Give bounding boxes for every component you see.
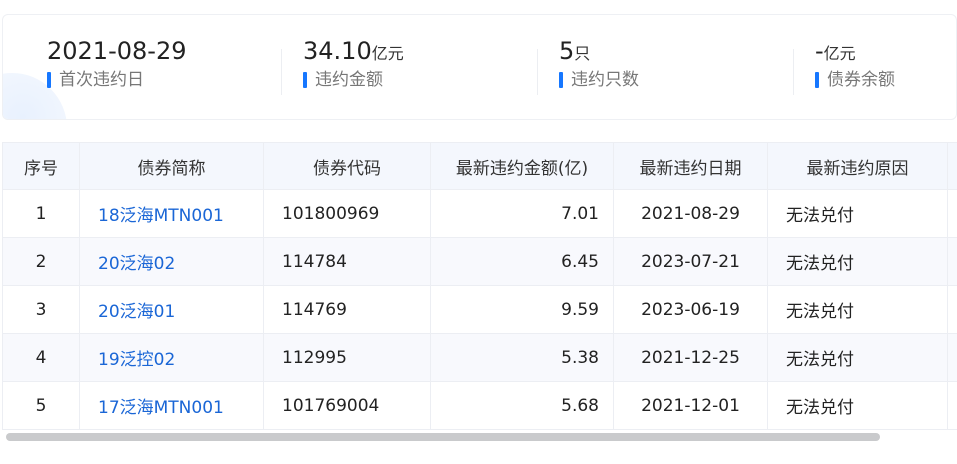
column-header-index[interactable]: 序号 (2, 142, 80, 190)
column-header-bond-name[interactable]: 债券简称 (79, 142, 264, 190)
summary-card: 2021-08-29 首次违约日 34.10亿元 违约金额 5只 违约只数 -亿… (2, 14, 957, 120)
column-header-default-reason[interactable]: 最新违约原因 (767, 142, 948, 190)
table-row: 2 20泛海02 114784 6.45 2023-07-21 无法兑付 (2, 237, 957, 286)
metric-unit: 亿元 (371, 44, 404, 63)
cell-amount: 9.59 (430, 285, 614, 334)
cell-amount: 5.38 (430, 333, 614, 382)
table-row: 1 18泛海MTN001 101800969 7.01 2021-08-29 无… (2, 189, 957, 238)
cell-reason: 无法兑付 (767, 381, 948, 430)
bond-name-link[interactable]: 20泛海02 (79, 237, 264, 286)
metric-value: - (815, 37, 824, 65)
scrollbar-thumb[interactable] (6, 433, 880, 441)
table-row: 5 17泛海MTN001 101769004 5.68 2021-12-01 无… (2, 381, 957, 430)
metric-label: 违约只数 (559, 69, 639, 91)
cell-index: 3 (2, 285, 80, 334)
metric-value: 34.10 (303, 37, 372, 65)
metric-default-amount: 34.10亿元 违约金额 (303, 35, 404, 91)
cell-index: 1 (2, 189, 80, 238)
metric-first-default-date: 2021-08-29 首次违约日 (47, 35, 186, 91)
cell-date: 2023-06-19 (613, 285, 768, 334)
horizontal-scrollbar[interactable] (2, 432, 957, 442)
cell-date: 2021-12-25 (613, 333, 768, 382)
cell-date: 2023-07-21 (613, 237, 768, 286)
cell-code: 114784 (263, 237, 431, 286)
bond-name-link[interactable]: 17泛海MTN001 (79, 381, 264, 430)
metric-unit: 亿元 (823, 44, 856, 63)
cell-code: 112995 (263, 333, 431, 382)
bond-name-link[interactable]: 20泛海01 (79, 285, 264, 334)
cell-overflow (947, 333, 957, 382)
cell-reason: 无法兑付 (767, 237, 948, 286)
metric-unit: 只 (574, 44, 591, 63)
metric-value: 2021-08-29 (47, 37, 187, 65)
cell-amount: 5.68 (430, 381, 614, 430)
table-row: 3 20泛海01 114769 9.59 2023-06-19 无法兑付 (2, 285, 957, 334)
table-header-row: 序号 债券简称 债券代码 最新违约金额(亿) 最新违约日期 最新违约原因 (2, 142, 957, 190)
cell-overflow (947, 381, 957, 430)
column-header-default-amount[interactable]: 最新违约金额(亿) (430, 142, 614, 190)
cell-reason: 无法兑付 (767, 285, 948, 334)
cell-amount: 7.01 (430, 189, 614, 238)
cell-overflow (947, 189, 957, 238)
divider (793, 49, 794, 95)
metric-default-count: 5只 违约只数 (559, 35, 639, 91)
cell-code: 114769 (263, 285, 431, 334)
cell-index: 5 (2, 381, 80, 430)
column-header-overflow (947, 142, 957, 190)
column-header-default-date[interactable]: 最新违约日期 (613, 142, 768, 190)
cell-overflow (947, 285, 957, 334)
divider (281, 49, 282, 95)
metric-label: 债券余额 (815, 69, 895, 91)
cell-code: 101800969 (263, 189, 431, 238)
cell-date: 2021-12-01 (613, 381, 768, 430)
metric-label: 首次违约日 (47, 69, 186, 91)
cell-reason: 无法兑付 (767, 333, 948, 382)
bond-default-panel: 2021-08-29 首次违约日 34.10亿元 违约金额 5只 违约只数 -亿… (0, 0, 957, 464)
cell-index: 4 (2, 333, 80, 382)
metric-label: 违约金额 (303, 69, 404, 91)
divider (537, 49, 538, 95)
cell-amount: 6.45 (430, 237, 614, 286)
bond-name-link[interactable]: 19泛控02 (79, 333, 264, 382)
column-header-bond-code[interactable]: 债券代码 (263, 142, 431, 190)
table-row: 4 19泛控02 112995 5.38 2021-12-25 无法兑付 (2, 333, 957, 382)
bond-default-table: 序号 债券简称 债券代码 最新违约金额(亿) 最新违约日期 最新违约原因 1 1… (2, 142, 957, 430)
cell-code: 101769004 (263, 381, 431, 430)
metric-bond-balance: -亿元 债券余额 (815, 35, 895, 91)
cell-overflow (947, 237, 957, 286)
cell-date: 2021-08-29 (613, 189, 768, 238)
cell-index: 2 (2, 237, 80, 286)
metric-value: 5 (559, 37, 575, 65)
cell-reason: 无法兑付 (767, 189, 948, 238)
bond-name-link[interactable]: 18泛海MTN001 (79, 189, 264, 238)
